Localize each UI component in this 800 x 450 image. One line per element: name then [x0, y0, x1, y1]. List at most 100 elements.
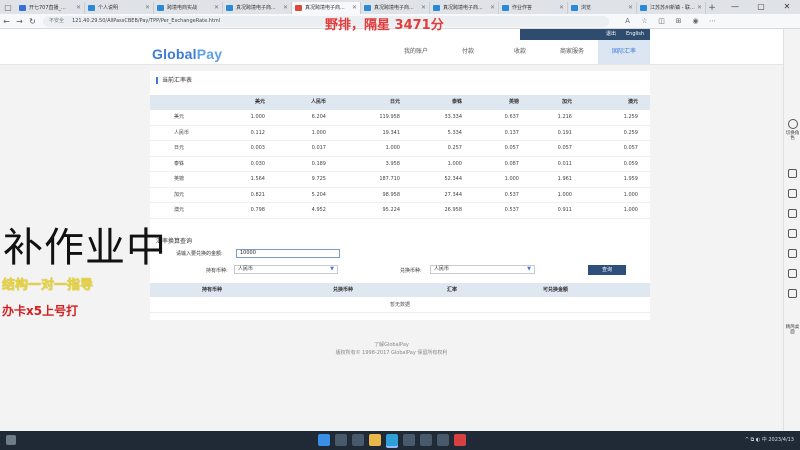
window-controls: — ▢ ✕ [722, 0, 800, 14]
back-icon[interactable]: ← [0, 15, 13, 28]
app-icon[interactable] [437, 434, 449, 446]
rate-cell: 3.958 [385, 160, 400, 167]
from-currency-label: 持有币种: [206, 268, 228, 274]
tab-close-icon[interactable]: ✕ [421, 2, 426, 14]
rate-cell: 1.259 [623, 114, 638, 120]
file-explorer-icon[interactable] [369, 434, 381, 446]
widgets-icon[interactable] [6, 435, 16, 445]
amount-label: 请输入要兑换的金额: [176, 251, 223, 257]
sidebar-list-button[interactable] [785, 269, 800, 278]
rate-cell: 119.958 [379, 114, 400, 120]
rate-cell: 187.710 [379, 176, 400, 182]
close-icon[interactable]: ✕ [774, 0, 800, 14]
browser-tab[interactable]: 真况跨境电子商... ✕ [292, 2, 361, 14]
chat-icon [788, 209, 797, 218]
tab-close-icon[interactable]: ✕ [490, 2, 495, 14]
table-row: 泰铢 0.030 0.189 3.958 1.000 0.087 0.011 0.059 [150, 157, 650, 172]
info-icon [788, 289, 797, 298]
rate-cell: 6.204 [311, 114, 326, 120]
sidebar-chat-button[interactable] [785, 209, 800, 218]
tab-favicon-icon [364, 5, 371, 11]
browser-tab-label: 真况跨境电子商... [374, 5, 414, 11]
content-card: 当前汇率表 美元 人民币 日元 泰铢 英镑 加元 澳元 美元 1.000 6.204 119.958… [150, 71, 650, 320]
tab-close-icon[interactable]: ✕ [352, 2, 357, 14]
table-row: 加元 0.821 5.204 98.958 27.344 0.537 1.000 1.000 [150, 188, 650, 203]
minimize-icon[interactable]: — [722, 0, 748, 14]
wps-icon[interactable] [454, 434, 466, 446]
amount-input[interactable]: 10000 [236, 249, 340, 258]
rate-cell: 0.137 [504, 129, 519, 136]
sidebar-info-button[interactable] [785, 289, 800, 298]
nav-item[interactable]: 国际汇率 [598, 40, 650, 64]
tab-close-icon[interactable]: ✕ [76, 2, 81, 14]
refresh-icon[interactable]: ↻ [26, 15, 39, 28]
more-icon[interactable]: ⋯ [704, 17, 721, 25]
english-link[interactable]: English [626, 29, 644, 40]
maximize-icon[interactable]: ▢ [748, 0, 774, 14]
rate-cell: 27.344 [444, 191, 463, 198]
sidebar-lab-button[interactable] [785, 249, 800, 258]
tab-close-icon[interactable]: ✕ [628, 2, 633, 14]
nav-item[interactable]: 我的账户 [390, 40, 442, 64]
tab-close-icon[interactable]: ✕ [214, 2, 219, 14]
nav-item[interactable]: 付款 [442, 40, 494, 64]
browser-tab[interactable]: 真况跨境电子商... ✕ [361, 2, 430, 14]
collections-icon[interactable]: ⊞ [670, 17, 687, 25]
copyright-text: 版权所有© 1998-2017 GlobalPay 保留所有权利 [335, 350, 448, 356]
search-icon[interactable] [335, 434, 347, 446]
top-link-strip: 退出 English [520, 29, 650, 40]
forward-icon[interactable]: → [13, 15, 26, 28]
split-icon[interactable]: ◫ [653, 17, 670, 25]
rate-cell: 0.059 [623, 160, 638, 167]
table-row: 美元 1.000 6.204 119.958 33.334 0.637 1.216 1.259 [150, 110, 650, 126]
tab-favicon-icon [295, 5, 302, 11]
tab-close-icon[interactable]: ✕ [559, 2, 564, 14]
from-currency-select[interactable]: 人民币 ▼ [234, 265, 338, 274]
tab-close-icon[interactable]: ✕ [283, 2, 288, 14]
browser-tab-label: 开七707直播_... [29, 5, 66, 11]
switch-role-button[interactable]: 切换角色 [785, 119, 800, 141]
tab-close-icon[interactable]: ✕ [697, 2, 702, 14]
sidebar-doc-button[interactable] [785, 169, 800, 178]
browser-tab[interactable]: 跨境电商实战 ✕ [154, 2, 223, 14]
insecure-label: 不安全 [49, 17, 65, 24]
read-aloud-icon[interactable]: A [619, 17, 636, 25]
nav-item[interactable]: 商家服务 [546, 40, 598, 64]
system-tray[interactable]: ^ ⧉ ◐ 中 2023/4/13 [745, 436, 794, 443]
app-icon[interactable] [420, 434, 432, 446]
browser-tab[interactable]: 个人说明 ✕ [85, 2, 154, 14]
globalpay-logo[interactable]: GlobalPay [152, 46, 222, 62]
tab-close-icon[interactable]: ✕ [145, 2, 150, 14]
browser-tab[interactable]: 浏览 ✕ [568, 2, 637, 14]
browser-tab[interactable]: 开七707直播_... ✕ [16, 2, 85, 14]
tab-actions-icon[interactable]: ▢ [0, 2, 16, 14]
rate-cell: 0.911 [557, 207, 572, 213]
tab-favicon-icon [157, 5, 164, 11]
lite-mode-button[interactable]: 精简桌面 [785, 325, 800, 335]
start-icon[interactable] [318, 434, 330, 446]
rate-cell: 0.189 [311, 160, 326, 167]
browser-tab[interactable]: 真况跨境电子商... ✕ [223, 2, 292, 14]
edge-browser-icon[interactable] [386, 434, 398, 446]
profile-icon[interactable]: ◉ [687, 17, 704, 25]
store-icon[interactable] [403, 434, 415, 446]
rate-cell: 0.087 [504, 160, 519, 167]
task-view-icon[interactable] [352, 434, 364, 446]
url-text: 121.40.29.50/AllPassCBEB/Pay/TPP/Per_Exc… [72, 17, 221, 24]
browser-tab[interactable]: 作业作答 ✕ [499, 2, 568, 14]
rate-col-header: 美元 [254, 99, 265, 105]
sidebar-book-button[interactable] [785, 189, 800, 198]
browser-tab[interactable]: 真况跨境电子商... ✕ [430, 2, 499, 14]
nav-item[interactable]: 收款 [494, 40, 546, 64]
logout-link[interactable]: 退出 [606, 29, 616, 40]
new-tab-button[interactable]: + [706, 2, 718, 14]
to-currency-select[interactable]: 人民币 ▼ [430, 265, 535, 274]
rate-cell: 19.341 [382, 129, 401, 136]
browser-tab[interactable]: 江苏苏州新镇 - 联... ✕ [637, 2, 706, 14]
query-button[interactable]: 查询 [588, 265, 626, 275]
table-row: 澳元 0.798 4.952 95.224 26.958 0.537 0.911 1.000 [150, 203, 650, 219]
favorite-icon[interactable]: ☆ [636, 17, 653, 25]
sidebar-shield-button[interactable] [785, 229, 800, 238]
about-link[interactable]: 了解GlobalPay [0, 341, 783, 349]
rate-cell: 1.216 [557, 114, 572, 120]
